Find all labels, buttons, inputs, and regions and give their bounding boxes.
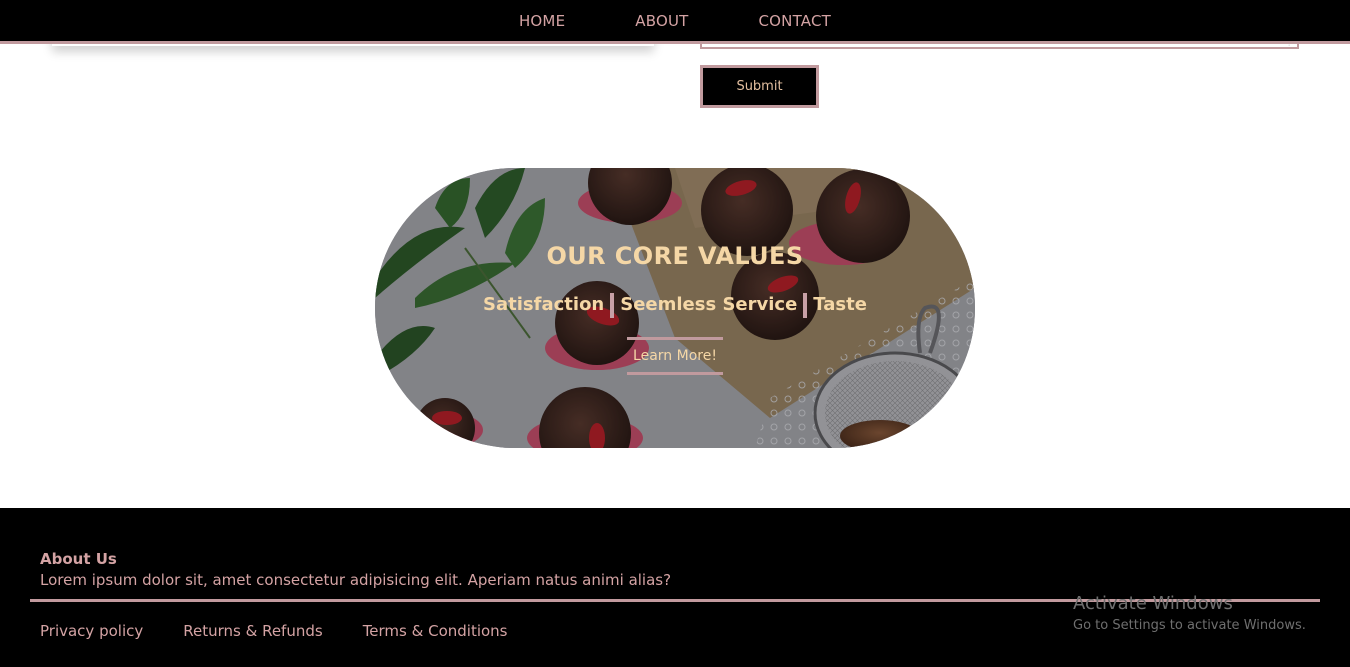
footer-about-text: Lorem ipsum dolor sit, amet consectetur … — [40, 571, 672, 589]
footer-link-terms-conditions[interactable]: Terms & Conditions — [363, 622, 508, 640]
footer-about-heading: About Us — [40, 550, 117, 568]
core-values-title: OUR CORE VALUES — [546, 242, 804, 270]
nav-contact-link[interactable]: CONTACT — [759, 12, 832, 30]
footer-link-privacy-policy[interactable]: Privacy policy — [40, 622, 143, 640]
footer-link-returns-refunds[interactable]: Returns & Refunds — [183, 622, 322, 640]
windows-activation-title: Activate Windows — [1073, 593, 1233, 614]
nav-about-link[interactable]: ABOUT — [635, 12, 688, 30]
footer-links: Privacy policy Returns & Refunds Terms &… — [40, 622, 508, 640]
nav-home-link[interactable]: HOME — [519, 12, 565, 30]
core-values-banner: OUR CORE VALUES Satisfaction Seemless Se… — [375, 168, 975, 448]
top-navbar: HOME ABOUT CONTACT — [0, 0, 1350, 44]
site-footer: About Us Lorem ipsum dolor sit, amet con… — [0, 508, 1350, 667]
value-taste: Taste — [813, 294, 867, 315]
learn-more-button[interactable]: Learn More! — [627, 337, 723, 375]
windows-activation-text: Go to Settings to activate Windows. — [1073, 618, 1306, 633]
nav-links: HOME ABOUT CONTACT — [0, 0, 1350, 41]
value-satisfaction: Satisfaction — [483, 294, 605, 315]
submit-button[interactable]: Submit — [700, 65, 819, 108]
core-values-list: Satisfaction Seemless Service Taste — [375, 292, 975, 318]
value-seemless-service: Seemless Service — [620, 294, 798, 315]
